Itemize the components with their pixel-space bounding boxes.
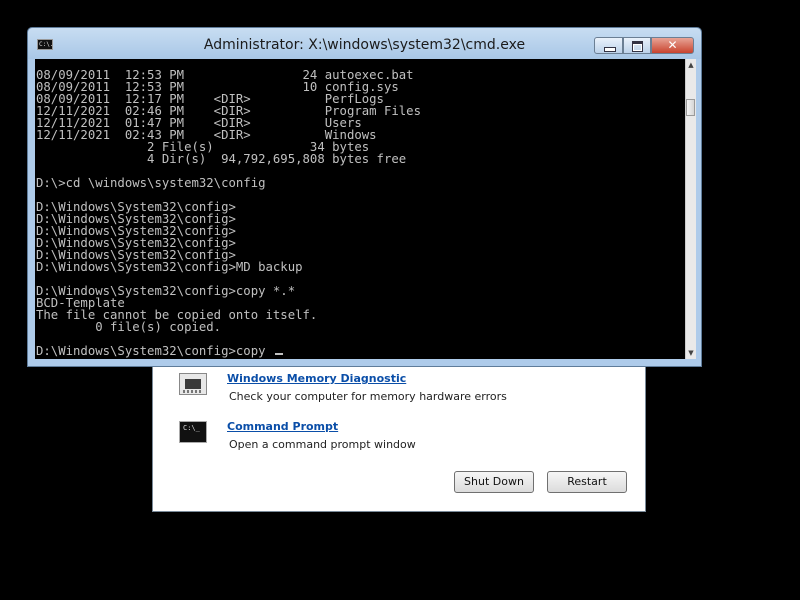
text-cursor [274,353,283,355]
close-icon: ✕ [667,38,678,52]
close-button[interactable]: ✕ [651,37,694,54]
scroll-up-arrow-icon[interactable]: ▲ [686,59,696,71]
scroll-down-arrow-icon[interactable]: ▼ [686,347,696,359]
console-output[interactable]: 08/09/2011 12:53 PM 24 autoexec.bat 08/0… [35,59,685,359]
scrollbar-thumb[interactable] [686,99,695,116]
memory-diagnostic-description: Check your computer for memory hardware … [229,390,507,403]
console-line: D:\Windows\System32\config>MD backup [36,260,303,274]
recovery-item-memory-diagnostic[interactable]: Windows Memory Diagnostic Check your com… [179,371,619,411]
command-prompt-icon: C:\_ [179,421,207,443]
current-command-line: D:\Windows\System32\config>copy [36,344,273,358]
shut-down-button[interactable]: Shut Down [454,471,534,493]
command-prompt-description: Open a command prompt window [229,438,416,451]
console-text: 08/09/2011 12:53 PM 24 autoexec.bat 08/0… [35,59,685,357]
memory-diagnostic-link[interactable]: Windows Memory Diagnostic [227,372,406,385]
console-line: 4 Dir(s) 94,792,695,808 bytes free [147,152,407,166]
memory-chip-icon [179,373,207,395]
restart-button[interactable]: Restart [547,471,627,493]
cmd-titlebar[interactable]: C:\. Administrator: X:\windows\system32\… [28,28,701,59]
vertical-scrollbar[interactable]: ▲ ▼ [685,59,696,359]
maximize-button[interactable] [623,37,651,54]
console-line: 0 file(s) copied. [95,320,222,334]
minimize-button[interactable] [594,37,623,54]
console-line: D:\>cd \windows\system32\config [36,176,266,190]
cmd-window: C:\. Administrator: X:\windows\system32\… [27,27,702,367]
command-prompt-link[interactable]: Command Prompt [227,420,338,433]
recovery-item-command-prompt[interactable]: C:\_ Command Prompt Open a command promp… [179,419,619,459]
